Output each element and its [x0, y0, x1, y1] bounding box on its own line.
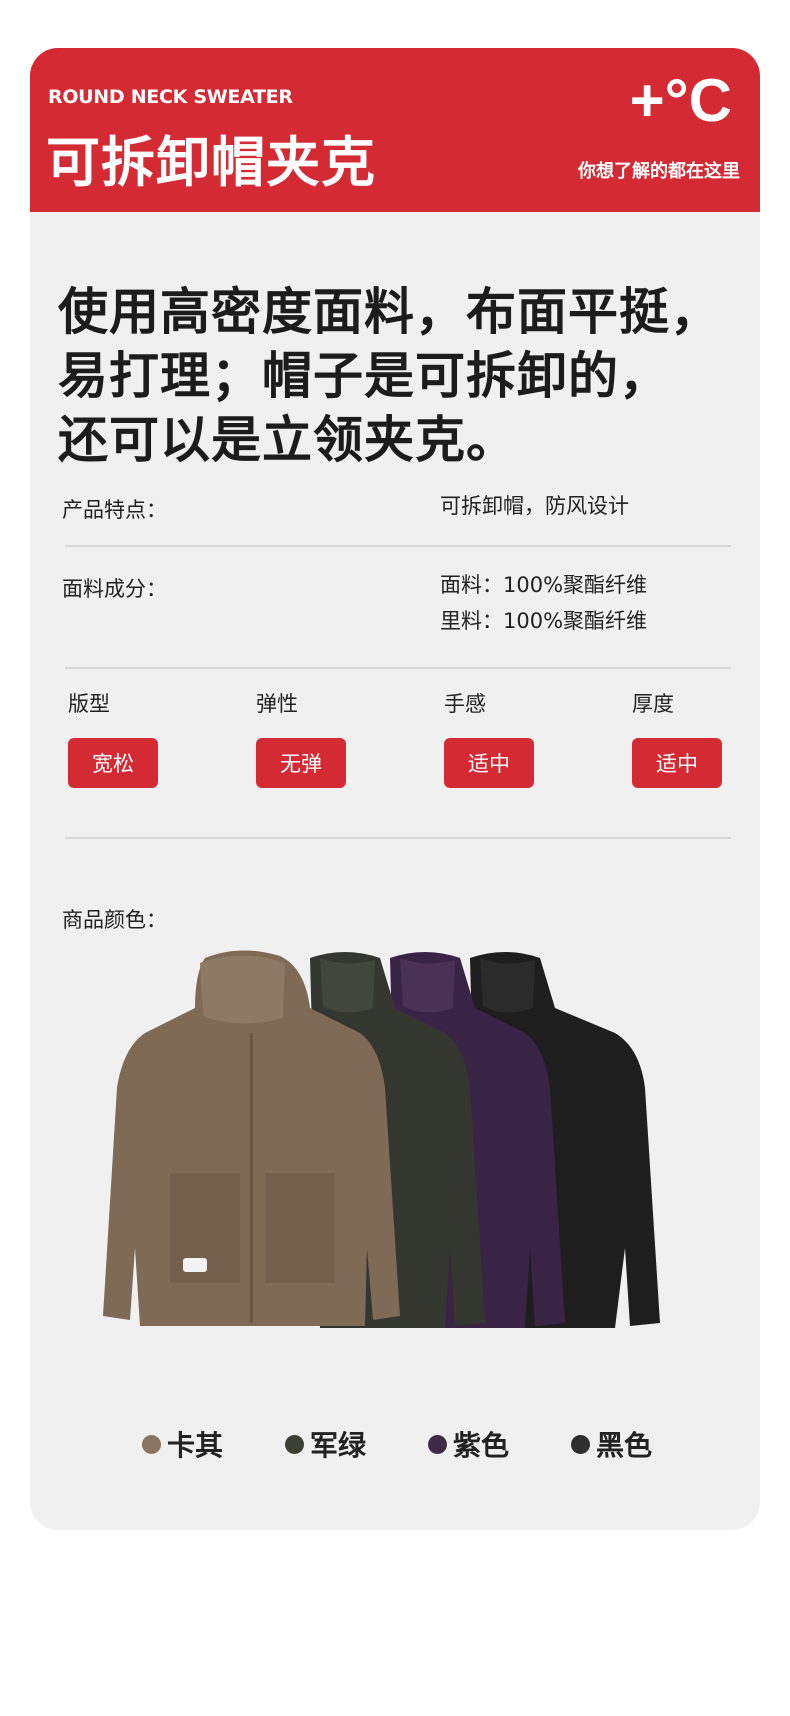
attribute-label-feel: 手感 — [444, 692, 486, 716]
product-title: 可拆卸帽夹克 — [46, 131, 376, 194]
color-name: 紫色 — [453, 1429, 510, 1462]
purple-swatch-icon — [428, 1434, 447, 1454]
fabric-lining-value: 里料：100%聚酯纤维 — [440, 609, 648, 633]
product-subtitle: ROUND NECK SWEATER — [48, 86, 293, 108]
attribute-value-thickness: 适中 — [632, 738, 722, 788]
divider — [65, 837, 731, 839]
color-option-khaki[interactable]: 卡其 — [142, 1424, 223, 1464]
color-name: 卡其 — [167, 1429, 224, 1462]
temperature-badge: +°C — [629, 67, 732, 134]
color-swatch-row: 卡其 军绿 紫色 黑色 — [30, 1424, 760, 1464]
colors-label: 商品颜色： — [62, 908, 167, 932]
attribute-label-fit: 版型 — [68, 692, 110, 716]
attribute-value-feel: 适中 — [444, 738, 534, 788]
color-option-army-green[interactable]: 军绿 — [285, 1424, 366, 1464]
black-swatch-icon — [571, 1434, 590, 1454]
divider — [65, 667, 731, 669]
army-green-swatch-icon — [285, 1434, 304, 1454]
description-line: 还可以是立领夹克。 — [58, 411, 517, 469]
fabric-outer-value: 面料：100%聚酯纤维 — [440, 573, 648, 597]
description-line: 易打理；帽子是可拆卸的， — [58, 347, 670, 405]
color-option-purple[interactable]: 紫色 — [428, 1424, 509, 1464]
header-banner: ROUND NECK SWEATER 可拆卸帽夹克 +°C 你想了解的都在这里 — [30, 48, 760, 212]
attribute-label-thickness: 厚度 — [632, 692, 674, 716]
attribute-label-stretch: 弹性 — [256, 692, 298, 716]
features-label: 产品特点： — [62, 498, 167, 522]
divider — [65, 545, 731, 547]
khaki-swatch-icon — [142, 1434, 161, 1454]
product-image-jackets — [103, 950, 660, 1328]
attribute-value-stretch: 无弹 — [256, 738, 346, 788]
color-name: 军绿 — [310, 1429, 367, 1462]
description-line: 使用高密度面料，布面平挺， — [58, 283, 721, 341]
color-name: 黑色 — [596, 1429, 653, 1462]
features-value: 可拆卸帽，防风设计 — [440, 494, 629, 518]
attribute-value-fit: 宽松 — [68, 738, 158, 788]
color-option-black[interactable]: 黑色 — [571, 1424, 652, 1464]
fabric-label: 面料成分： — [62, 577, 167, 601]
tagline: 你想了解的都在这里 — [578, 161, 740, 182]
product-description: 使用高密度面料，布面平挺， 易打理；帽子是可拆卸的， 还可以是立领夹克。 — [58, 280, 758, 472]
product-info-card: ROUND NECK SWEATER 可拆卸帽夹克 +°C 你想了解的都在这里 … — [30, 48, 760, 1530]
